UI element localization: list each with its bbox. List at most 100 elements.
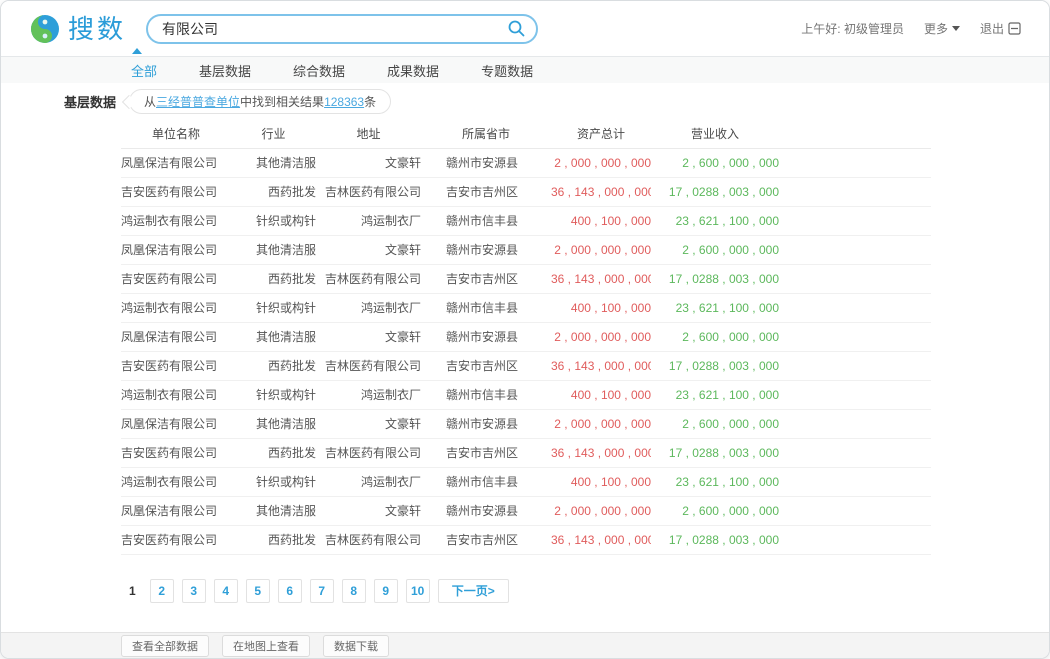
cell-unit-name: 凤凰保洁有限公司 bbox=[121, 148, 231, 177]
logo[interactable]: 搜数 bbox=[29, 13, 126, 45]
cell-total-assets: 36 , 143 , 000 , 000 bbox=[551, 264, 651, 293]
cell-total-assets: 36 , 143 , 000 , 000 bbox=[551, 525, 651, 554]
page-button[interactable]: 6 bbox=[278, 579, 302, 603]
page-button[interactable]: 8 bbox=[342, 579, 366, 603]
search-input[interactable] bbox=[162, 21, 507, 37]
app-window: 搜数 上午好: 初级管理员 更多 退出 bbox=[0, 0, 1050, 659]
cell-industry: 西药批发 bbox=[231, 264, 316, 293]
cell-revenue: 17 , 0288 , 003 , 000 bbox=[651, 525, 779, 554]
cell-total-assets: 2 , 000 , 000 , 000 bbox=[551, 148, 651, 177]
cell-region: 赣州市安源县 bbox=[421, 322, 551, 351]
column-header-region: 所属省市 bbox=[421, 120, 551, 148]
cell-address: 吉林医药有限公司 bbox=[316, 525, 421, 554]
table-row[interactable]: 鸿运制衣有限公司针织或构针鸿运制衣厂赣州市信丰县400 , 100 , 0002… bbox=[121, 293, 931, 322]
cell-industry: 针织或构针 bbox=[231, 380, 316, 409]
cell-filler bbox=[779, 322, 931, 351]
result-prefix: 从 bbox=[144, 95, 156, 109]
column-header-address: 地址 bbox=[316, 120, 421, 148]
cell-unit-name: 凤凰保洁有限公司 bbox=[121, 322, 231, 351]
page-button[interactable]: 10 bbox=[406, 579, 430, 603]
cell-unit-name: 鸿运制衣有限公司 bbox=[121, 380, 231, 409]
logout-button[interactable]: 退出 bbox=[980, 20, 1021, 37]
cell-region: 赣州市信丰县 bbox=[421, 467, 551, 496]
column-header-unit-name: 单位名称 bbox=[121, 120, 231, 148]
cell-industry: 西药批发 bbox=[231, 177, 316, 206]
table-row[interactable]: 鸿运制衣有限公司针织或构针鸿运制衣厂赣州市信丰县400 , 100 , 0002… bbox=[121, 380, 931, 409]
tab-comprehensive-data[interactable]: 综合数据 bbox=[293, 61, 345, 80]
page-buttons: 23456789 10 bbox=[150, 579, 430, 603]
cell-unit-name: 凤凰保洁有限公司 bbox=[121, 496, 231, 525]
cell-revenue: 2 , 600 , 000 , 000 bbox=[651, 322, 779, 351]
active-tab-pointer-icon bbox=[132, 48, 142, 54]
cell-unit-name: 吉安医药有限公司 bbox=[121, 177, 231, 206]
cell-unit-name: 吉安医药有限公司 bbox=[121, 525, 231, 554]
table-row[interactable]: 吉安医药有限公司西药批发吉林医药有限公司吉安市吉州区36 , 143 , 000… bbox=[121, 438, 931, 467]
cell-total-assets: 400 , 100 , 000 bbox=[551, 380, 651, 409]
footer-toolbar: 查看全部数据在地图上查看数据下载 bbox=[1, 632, 1049, 658]
cell-region: 吉安市吉州区 bbox=[421, 438, 551, 467]
view-on-map-button[interactable]: 在地图上查看 bbox=[222, 635, 310, 657]
table-row[interactable]: 凤凰保洁有限公司其他清洁服文豪轩赣州市安源县2 , 000 , 000 , 00… bbox=[121, 409, 931, 438]
cell-industry: 针织或构针 bbox=[231, 206, 316, 235]
cell-address: 鸿运制衣厂 bbox=[316, 293, 421, 322]
table-row[interactable]: 吉安医药有限公司西药批发吉林医药有限公司吉安市吉州区36 , 143 , 000… bbox=[121, 525, 931, 554]
cell-filler bbox=[779, 177, 931, 206]
result-count-link[interactable]: 128363 bbox=[324, 95, 364, 109]
logo-text: 搜数 bbox=[68, 16, 126, 42]
cell-address: 吉林医药有限公司 bbox=[316, 438, 421, 467]
table-row[interactable]: 吉安医药有限公司西药批发吉林医药有限公司吉安市吉州区36 , 143 , 000… bbox=[121, 177, 931, 206]
header: 搜数 上午好: 初级管理员 更多 退出 bbox=[1, 1, 1049, 56]
tab-achievement-data[interactable]: 成果数据 bbox=[387, 61, 439, 80]
table-row[interactable]: 凤凰保洁有限公司其他清洁服文豪轩赣州市安源县2 , 000 , 000 , 00… bbox=[121, 322, 931, 351]
current-page-indicator: 1 bbox=[123, 584, 142, 598]
cell-industry: 西药批发 bbox=[231, 525, 316, 554]
cell-filler bbox=[779, 235, 931, 264]
cell-filler bbox=[779, 438, 931, 467]
table-row[interactable]: 吉安医药有限公司西药批发吉林医药有限公司吉安市吉州区36 , 143 , 000… bbox=[121, 351, 931, 380]
cell-total-assets: 36 , 143 , 000 , 000 bbox=[551, 177, 651, 206]
view-all-data-button[interactable]: 查看全部数据 bbox=[121, 635, 209, 657]
column-header-total-assets: 资产总计 bbox=[551, 120, 651, 148]
cell-industry: 其他清洁服 bbox=[231, 322, 316, 351]
page-button[interactable]: 5 bbox=[246, 579, 270, 603]
next-page-button[interactable]: 下一页> bbox=[438, 579, 509, 603]
column-header-filler bbox=[779, 120, 931, 148]
page-button[interactable]: 2 bbox=[150, 579, 174, 603]
table-row[interactable]: 凤凰保洁有限公司其他清洁服文豪轩赣州市安源县2 , 000 , 000 , 00… bbox=[121, 496, 931, 525]
cell-revenue: 2 , 600 , 000 , 000 bbox=[651, 496, 779, 525]
page-button[interactable]: 4 bbox=[214, 579, 238, 603]
page-button[interactable]: 9 bbox=[374, 579, 398, 603]
table-row[interactable]: 凤凰保洁有限公司其他清洁服文豪轩赣州市安源县2 , 000 , 000 , 00… bbox=[121, 235, 931, 264]
cell-region: 赣州市信丰县 bbox=[421, 206, 551, 235]
table-row[interactable]: 吉安医药有限公司西药批发吉林医药有限公司吉安市吉州区36 , 143 , 000… bbox=[121, 264, 931, 293]
table-row[interactable]: 凤凰保洁有限公司其他清洁服文豪轩赣州市安源县2 , 000 , 000 , 00… bbox=[121, 148, 931, 177]
page-button[interactable]: 3 bbox=[182, 579, 206, 603]
table-row[interactable]: 鸿运制衣有限公司针织或构针鸿运制衣厂赣州市信丰县400 , 100 , 0002… bbox=[121, 206, 931, 235]
tab-all[interactable]: 全部 bbox=[131, 61, 157, 80]
source-link[interactable]: 三经普普查单位 bbox=[156, 95, 240, 109]
tab-bar: 全部 基层数据 综合数据 成果数据 专题数据 bbox=[1, 56, 1049, 83]
cell-unit-name: 鸿运制衣有限公司 bbox=[121, 293, 231, 322]
result-category-label: 基层数据 bbox=[64, 92, 116, 111]
cell-filler bbox=[779, 206, 931, 235]
table-row[interactable]: 鸿运制衣有限公司针织或构针鸿运制衣厂赣州市信丰县400 , 100 , 0002… bbox=[121, 467, 931, 496]
cell-revenue: 2 , 600 , 000 , 000 bbox=[651, 148, 779, 177]
cell-filler bbox=[779, 380, 931, 409]
result-info-row: 基层数据 从三经普普查单位中找到相关结果128363条 bbox=[1, 85, 1049, 118]
search-icon[interactable] bbox=[507, 19, 526, 38]
cell-unit-name: 吉安医药有限公司 bbox=[121, 438, 231, 467]
tab-basic-data[interactable]: 基层数据 bbox=[199, 61, 251, 80]
cell-address: 文豪轩 bbox=[316, 235, 421, 264]
cell-region: 赣州市信丰县 bbox=[421, 293, 551, 322]
cell-address: 鸿运制衣厂 bbox=[316, 380, 421, 409]
logout-label: 退出 bbox=[980, 20, 1004, 37]
page-button[interactable]: 7 bbox=[310, 579, 334, 603]
cell-region: 赣州市安源县 bbox=[421, 409, 551, 438]
data-download-button[interactable]: 数据下载 bbox=[323, 635, 389, 657]
cell-revenue: 23 , 621 , 100 , 000 bbox=[651, 380, 779, 409]
cell-industry: 西药批发 bbox=[231, 351, 316, 380]
cell-filler bbox=[779, 525, 931, 554]
tab-special-data[interactable]: 专题数据 bbox=[481, 61, 533, 80]
cell-address: 鸿运制衣厂 bbox=[316, 206, 421, 235]
more-button[interactable]: 更多 bbox=[924, 20, 960, 37]
